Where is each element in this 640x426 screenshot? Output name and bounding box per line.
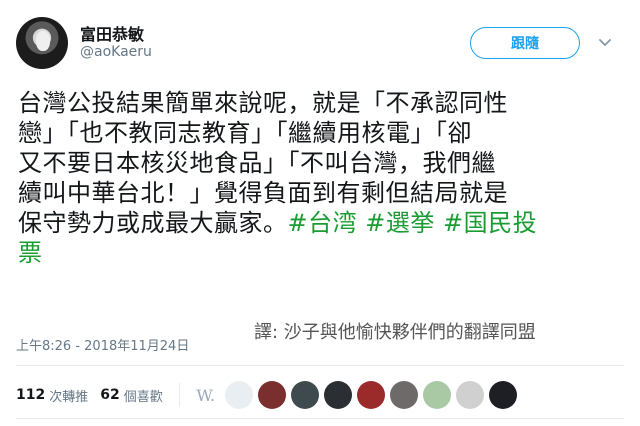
liker-avatar[interactable] (455, 381, 484, 409)
tweet-line: 台灣公投結果簡單來說呢，就是「不承認同性 (18, 89, 508, 117)
engagement-stats: 112 次轉推 62 個喜歡 W. (16, 381, 522, 409)
hashtag-link-continuation[interactable]: 票 (18, 238, 623, 268)
tweet-line: 戀」「也不教同志教育」「繼續用核電」「卻 (18, 119, 472, 147)
avatar[interactable] (16, 17, 68, 69)
tweet-line: 保守勢力或成最大贏家。#台湾 #選挙 #国民投 (18, 208, 623, 238)
hashtag-link[interactable]: #台湾 (288, 209, 358, 237)
divider (16, 418, 624, 419)
liker-avatar[interactable] (257, 381, 286, 409)
retweets-label[interactable]: 次轉推 (49, 386, 88, 405)
display-name[interactable]: 富田恭敏 (80, 21, 144, 45)
tweet-line-text: 保守勢力或成最大贏家。 (18, 209, 288, 237)
liker-avatar[interactable] (488, 381, 517, 409)
user-handle[interactable]: @aoKaeru (80, 44, 152, 60)
translation-credit: 譯: 沙子與他愉快夥伴們的翻譯同盟 (254, 322, 536, 343)
hashtag-link[interactable]: #選挙 (365, 209, 435, 237)
likes-count[interactable]: 62 (100, 387, 119, 403)
liker-avatar[interactable] (290, 381, 319, 409)
retweets-count[interactable]: 112 (16, 387, 45, 403)
liker-avatars: W. (191, 381, 522, 409)
likes-label[interactable]: 個喜歡 (124, 386, 163, 405)
hashtag-link[interactable]: #国民投 (443, 209, 537, 237)
stats-divider (178, 383, 180, 407)
chevron-down-icon[interactable] (598, 36, 612, 50)
divider (16, 365, 624, 366)
liker-avatar[interactable] (356, 381, 385, 409)
tweet-text: 台灣公投結果簡單來說呢，就是「不承認同性 戀」「也不教同志教育」「繼續用核電」「… (18, 88, 623, 268)
liker-avatar[interactable] (224, 381, 253, 409)
tweet-line: 又不要日本核災地食品」「不叫台灣，我們繼 (18, 149, 496, 177)
liker-avatar[interactable]: W. (191, 381, 220, 409)
timestamp[interactable]: 上午8:26 - 2018年11月24日 (16, 335, 189, 354)
liker-avatar[interactable] (422, 381, 451, 409)
liker-avatar[interactable] (323, 381, 352, 409)
tweet-line: 續叫中華台北！」覺得負面到有剩但結局就是 (18, 179, 508, 207)
follow-button[interactable]: 跟隨 (470, 27, 580, 59)
liker-avatar[interactable] (389, 381, 418, 409)
